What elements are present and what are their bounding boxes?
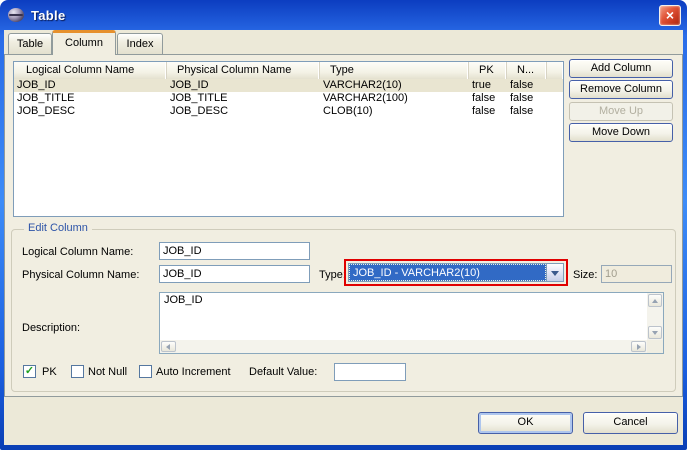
description-text: JOB_ID — [164, 294, 643, 306]
cell-notnull: false — [507, 105, 547, 118]
group-title: Edit Column — [24, 222, 92, 234]
cell-logical: JOB_TITLE — [14, 92, 167, 105]
close-icon[interactable]: × — [659, 5, 681, 26]
description-label: Description: — [22, 322, 80, 334]
tab-table[interactable]: Table — [8, 33, 52, 55]
table-row[interactable]: JOB_DESC JOB_DESC CLOB(10) false false — [14, 105, 563, 118]
cell-physical: JOB_TITLE — [167, 92, 320, 105]
window-title: Table — [31, 8, 66, 23]
edit-column-group: Edit Column Logical Column Name: Physica… — [11, 229, 676, 392]
column-header-pk[interactable]: PK — [469, 62, 507, 79]
default-value-label: Default Value: — [249, 366, 317, 378]
cell-pk: true — [469, 79, 507, 92]
move-down-button[interactable]: Move Down — [569, 123, 673, 142]
red-highlight-annotation: JOB_ID - VARCHAR2(10) — [344, 259, 568, 286]
scroll-down-icon[interactable] — [648, 326, 662, 339]
window-icon — [8, 8, 24, 22]
column-header-notnull[interactable]: N... — [507, 62, 547, 79]
physical-column-name-label: Physical Column Name: — [22, 269, 139, 281]
horizontal-scrollbar[interactable] — [160, 340, 647, 353]
tab-column[interactable]: Column — [52, 30, 116, 55]
cell-pk: false — [469, 105, 507, 118]
description-textarea[interactable]: JOB_ID — [159, 292, 664, 354]
scroll-left-icon[interactable] — [161, 341, 176, 352]
cell-physical: JOB_DESC — [167, 105, 320, 118]
column-header-physical[interactable]: Physical Column Name — [167, 62, 320, 79]
cell-type: VARCHAR2(100) — [320, 92, 469, 105]
columns-table: Logical Column Name Physical Column Name… — [13, 61, 564, 217]
logical-column-name-label: Logical Column Name: — [22, 246, 133, 258]
tab-strip: Table Column Index — [4, 30, 683, 54]
cell-notnull: false — [507, 92, 547, 105]
column-tab-panel: Logical Column Name Physical Column Name… — [4, 54, 683, 397]
not-null-checkbox[interactable] — [71, 365, 84, 378]
cell-type: CLOB(10) — [320, 105, 469, 118]
default-value-input[interactable] — [334, 363, 406, 381]
cell-logical: JOB_DESC — [14, 105, 167, 118]
column-header-logical[interactable]: Logical Column Name — [14, 62, 167, 79]
not-null-checkbox-label: Not Null — [88, 366, 127, 378]
size-label: Size: — [573, 269, 597, 281]
column-header-type[interactable]: Type — [320, 62, 469, 79]
tab-index[interactable]: Index — [117, 33, 163, 55]
pk-checkbox-label: PK — [42, 366, 57, 378]
title-bar[interactable]: Table × — [0, 0, 687, 30]
scroll-up-icon[interactable] — [648, 294, 662, 307]
type-dropdown[interactable]: JOB_ID - VARCHAR2(10) — [348, 263, 564, 282]
cell-physical: JOB_ID — [167, 79, 320, 92]
type-dropdown-value: JOB_ID - VARCHAR2(10) — [349, 264, 546, 281]
columns-table-header: Logical Column Name Physical Column Name… — [14, 62, 563, 79]
scrollbar-corner — [647, 340, 663, 353]
chevron-down-icon[interactable] — [546, 264, 563, 281]
move-up-button: Move Up — [569, 102, 673, 121]
remove-column-button[interactable]: Remove Column — [569, 80, 673, 99]
physical-column-name-input[interactable] — [159, 265, 310, 283]
table-row[interactable]: JOB_TITLE JOB_TITLE VARCHAR2(100) false … — [14, 92, 563, 105]
auto-increment-checkbox[interactable] — [139, 365, 152, 378]
cell-pk: false — [469, 92, 507, 105]
auto-increment-checkbox-label: Auto Increment — [156, 366, 231, 378]
ok-button[interactable]: OK — [478, 412, 573, 434]
cell-notnull: false — [507, 79, 547, 92]
column-header-filler — [547, 62, 563, 79]
dialog-body: Table Column Index Logical Column Name P… — [4, 30, 683, 445]
vertical-scrollbar[interactable] — [647, 293, 663, 340]
type-label: Type: — [319, 269, 346, 281]
logical-column-name-input[interactable] — [159, 242, 310, 260]
size-input — [601, 265, 672, 283]
cell-type: VARCHAR2(10) — [320, 79, 469, 92]
cancel-button[interactable]: Cancel — [583, 412, 678, 434]
cell-logical: JOB_ID — [14, 79, 167, 92]
table-dialog: Table × Table Column Index Logical Colum… — [0, 0, 687, 450]
add-column-button[interactable]: Add Column — [569, 59, 673, 78]
scroll-right-icon[interactable] — [631, 341, 646, 352]
pk-checkbox[interactable]: ✓ — [23, 365, 36, 378]
table-row[interactable]: JOB_ID JOB_ID VARCHAR2(10) true false — [14, 79, 563, 92]
